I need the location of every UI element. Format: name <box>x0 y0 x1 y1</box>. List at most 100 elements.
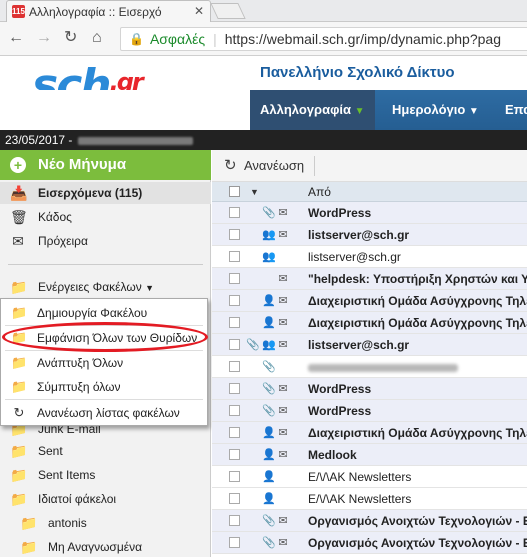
envelope-icon: ✉ <box>278 273 288 285</box>
plus-icon: + <box>10 157 26 173</box>
screen: { "browser": { "tab_title": "Αλληλογραφί… <box>0 0 527 557</box>
message-from: Ε/\/\ΑΚ Newsletters <box>308 492 412 506</box>
menu-more[interactable]: Επα <box>495 90 527 130</box>
row-checkbox[interactable] <box>229 229 240 240</box>
chevron-down-icon: ▼ <box>145 283 154 293</box>
menu-calendar[interactable]: Ημερολόγιο ▼ <box>382 90 489 130</box>
message-row[interactable]: 👤 ✉ Διαχειριστική Ομάδα Ασύγχρονης Τηλε <box>212 290 527 312</box>
message-row[interactable]: 👤 ✉ Medlook <box>212 444 527 466</box>
sort-chevron-down-icon[interactable]: ▼ <box>250 182 259 202</box>
message-from: Διαχειριστική Ομάδα Ασύγχρονης Τηλε <box>308 316 527 330</box>
attachment-icon: 📎 <box>262 383 276 395</box>
message-row[interactable]: 📎 <box>212 356 527 378</box>
person-icon: 👤 <box>262 427 276 439</box>
row-checkbox[interactable] <box>229 317 240 328</box>
attachment-icon: 📎 <box>262 537 276 549</box>
envelope-icon: ✉ <box>278 427 288 439</box>
attachment-icon: 📎 <box>262 515 276 527</box>
row-checkbox[interactable] <box>229 339 240 350</box>
message-from <box>308 356 458 377</box>
select-all-checkbox[interactable] <box>229 186 240 197</box>
browser-tab[interactable]: 115 Αλληλογραφία :: Εισερχό ✕ <box>6 0 211 22</box>
message-row[interactable]: 📎 ✉ WordPress <box>212 378 527 400</box>
message-row[interactable]: 👤 Ε/\/\ΑΚ Newsletters <box>212 488 527 510</box>
close-tab-icon[interactable]: ✕ <box>194 4 204 18</box>
message-row[interactable]: 👤 ✉ Διαχειριστική Ομάδα Ασύγχρονης Τηλε <box>212 422 527 444</box>
message-row[interactable]: 📎 ✉ WordPress <box>212 202 527 224</box>
envelope-icon: ✉ <box>278 449 288 461</box>
message-from: Διαχειριστική Ομάδα Ασύγχρονης Τηλε <box>308 426 527 440</box>
message-row[interactable]: 📎 👥 ✉ listserver@sch.gr <box>212 334 527 356</box>
lock-icon: 🔒 <box>129 32 144 46</box>
favicon-icon: 115 <box>12 5 25 18</box>
folder-private[interactable]: 📁 Ιδιατοί φάκελοι <box>0 488 211 510</box>
new-message-button[interactable]: + Νέο Μήνυμα <box>0 150 211 180</box>
folder-inbox[interactable]: 📥 Εισερχόμενα (115) <box>0 182 211 204</box>
message-row[interactable]: 👥 listserver@sch.gr <box>212 246 527 268</box>
folder-sent[interactable]: 📁 Sent <box>0 440 211 462</box>
row-checkbox[interactable] <box>229 537 240 548</box>
menu-expand-all[interactable]: 📁 Ανάπτυξη Όλων <box>1 351 207 375</box>
site-name: Πανελλήνιο Σχολικό Δίκτυο <box>260 64 455 81</box>
trash-icon: 🗑 <box>10 209 28 225</box>
row-checkbox[interactable] <box>229 405 240 416</box>
divider <box>8 264 203 265</box>
inbox-icon: 📥 <box>10 185 28 201</box>
refresh-icon: ↻ <box>13 405 25 420</box>
list-header: ▼ Από <box>212 182 527 202</box>
folder-collapse-icon: 📁 <box>11 379 28 394</box>
reload-icon[interactable]: ↻ <box>64 30 77 46</box>
row-checkbox[interactable] <box>229 427 240 438</box>
folder-icon: 📁 <box>10 279 28 295</box>
folder-antonis[interactable]: 📁 antonis <box>0 512 211 534</box>
message-from: WordPress <box>308 404 372 418</box>
row-checkbox[interactable] <box>229 207 240 218</box>
menu-collapse-all[interactable]: 📁 Σύμπτυξη όλων <box>1 375 207 399</box>
row-checkbox[interactable] <box>229 251 240 262</box>
row-checkbox[interactable] <box>229 383 240 394</box>
folder-actions[interactable]: 📁 Ενέργειες Φακέλων ▼ <box>0 276 211 298</box>
row-checkbox[interactable] <box>229 449 240 460</box>
message-row[interactable]: ✉ "helpdesk: Υποστήριξη Χρηστών και Υπ <box>212 268 527 290</box>
back-arrow-icon[interactable]: ← <box>8 30 24 46</box>
group-icon: 👥 <box>262 251 276 263</box>
row-checkbox[interactable] <box>229 471 240 482</box>
folder-sent-items[interactable]: 📁 Sent Items <box>0 464 211 486</box>
person-icon: 👤 <box>262 295 276 307</box>
row-checkbox[interactable] <box>229 493 240 504</box>
folder-trash[interactable]: 🗑 Κάδος <box>0 206 211 228</box>
home-icon[interactable]: ⌂ <box>92 30 102 46</box>
address-bar[interactable]: 🔒 Ασφαλές | https://webmail.sch.gr/imp/d… <box>120 27 527 51</box>
folder-unread[interactable]: 📁 Μη Αναγνωσμένα <box>0 536 211 557</box>
url-text: https://webmail.sch.gr/imp/dynamic.php?p… <box>224 31 501 47</box>
message-row[interactable]: 👤 Ε/\/\ΑΚ Newsletters <box>212 466 527 488</box>
row-checkbox[interactable] <box>229 273 240 284</box>
envelope-icon: ✉ <box>278 207 288 219</box>
from-column-header[interactable]: Από <box>308 182 331 202</box>
message-row[interactable]: 📎 ✉ Οργανισμός Ανοιχτών Τεχνολογιών - Ε <box>212 532 527 554</box>
row-checkbox[interactable] <box>229 515 240 526</box>
forward-arrow-icon[interactable]: → <box>36 30 52 46</box>
browser-navbar: ← → ↻ ⌂ 🔒 Ασφαλές | https://webmail.sch.… <box>0 22 527 56</box>
envelope-icon: ✉ <box>278 317 288 329</box>
message-row[interactable]: 📎 ✉ WordPress <box>212 400 527 422</box>
folder-drafts[interactable]: ✉ Πρόχειρα <box>0 230 211 252</box>
blurred-sender <box>308 363 458 372</box>
menu-mail[interactable]: Αλληλογραφία ▼ <box>250 90 375 130</box>
message-row[interactable]: 👥 ✉ listserver@sch.gr <box>212 224 527 246</box>
row-checkbox[interactable] <box>229 295 240 306</box>
message-row[interactable]: 👤 ✉ Διαχειριστική Ομάδα Ασύγχρονης Τηλε <box>212 312 527 334</box>
row-checkbox[interactable] <box>229 361 240 372</box>
menu-refresh-folder-list[interactable]: ↻ Ανανέωση λίστας φακέλων <box>1 401 207 425</box>
url-separator: | <box>213 31 217 47</box>
message-row[interactable]: 📎 ✉ Οργανισμός Ανοιχτών Τεχνολογιών - Ε <box>212 510 527 532</box>
message-from: Οργανισμός Ανοιχτών Τεχνολογιών - Ε <box>308 536 527 550</box>
message-from: "helpdesk: Υποστήριξη Χρηστών και Υπ <box>308 272 527 286</box>
refresh-button[interactable]: ↻ Ανανέωση <box>224 156 316 176</box>
envelope-icon: ✉ <box>278 515 288 527</box>
new-tab-button[interactable] <box>210 3 246 19</box>
message-from: WordPress <box>308 382 372 396</box>
envelope-icon: ✉ <box>278 537 288 549</box>
folder-icon: 📁 <box>20 539 38 555</box>
folder-icon: 📁 <box>10 443 28 459</box>
